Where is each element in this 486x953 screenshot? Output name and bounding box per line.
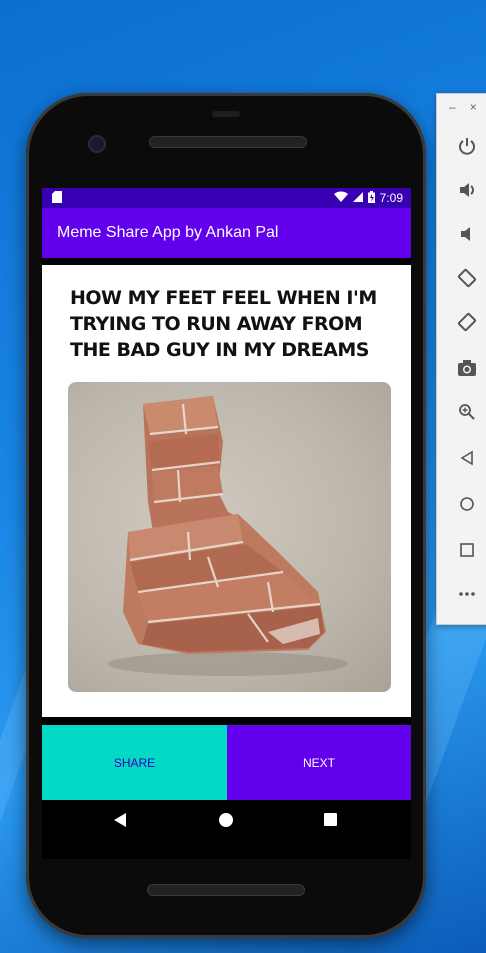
minimize-button[interactable]: – bbox=[449, 100, 470, 114]
window-controls: –× bbox=[449, 100, 486, 114]
volume-down-icon[interactable] bbox=[455, 222, 479, 246]
top-speaker bbox=[149, 136, 307, 148]
camera-icon[interactable] bbox=[455, 356, 479, 380]
front-camera bbox=[88, 135, 106, 153]
home-icon[interactable] bbox=[219, 813, 233, 827]
home-icon[interactable] bbox=[455, 492, 479, 516]
next-button[interactable]: NEXT bbox=[227, 725, 411, 800]
recents-icon[interactable] bbox=[324, 813, 337, 826]
phone-screen: 7:09 Meme Share App by Ankan Pal HOW MY … bbox=[42, 188, 411, 859]
sd-card-icon bbox=[52, 190, 62, 206]
meme-content: HOW MY FEET FEEL WHEN I'M TRYING TO RUN … bbox=[42, 265, 411, 717]
wifi-icon bbox=[333, 191, 348, 205]
rotate-left-icon[interactable] bbox=[455, 266, 479, 290]
share-button[interactable]: SHARE bbox=[42, 725, 227, 800]
bottom-speaker bbox=[147, 884, 305, 896]
overview-icon[interactable] bbox=[455, 538, 479, 562]
status-time: 7:09 bbox=[379, 191, 403, 205]
brick-shoe-photo bbox=[68, 382, 391, 692]
back-icon[interactable] bbox=[114, 813, 126, 827]
battery-icon bbox=[367, 190, 375, 206]
nav-bar bbox=[42, 800, 411, 840]
status-bar: 7:09 bbox=[42, 188, 411, 208]
meme-caption: HOW MY FEET FEEL WHEN I'M TRYING TO RUN … bbox=[70, 287, 377, 361]
rotate-right-icon[interactable] bbox=[455, 310, 479, 334]
power-icon[interactable] bbox=[455, 134, 479, 158]
earpiece bbox=[212, 111, 240, 117]
app-title: Meme Share App by Ankan Pal bbox=[57, 224, 279, 241]
emulator-toolbar: –× bbox=[436, 93, 486, 625]
signal-icon bbox=[352, 191, 363, 205]
more-icon[interactable] bbox=[455, 582, 479, 606]
app-bar: Meme Share App by Ankan Pal bbox=[42, 208, 411, 258]
close-button[interactable]: × bbox=[470, 100, 486, 114]
volume-up-icon[interactable] bbox=[455, 178, 479, 202]
back-icon[interactable] bbox=[455, 446, 479, 470]
action-buttons: SHARE NEXT bbox=[42, 725, 411, 800]
zoom-icon[interactable] bbox=[455, 400, 479, 424]
